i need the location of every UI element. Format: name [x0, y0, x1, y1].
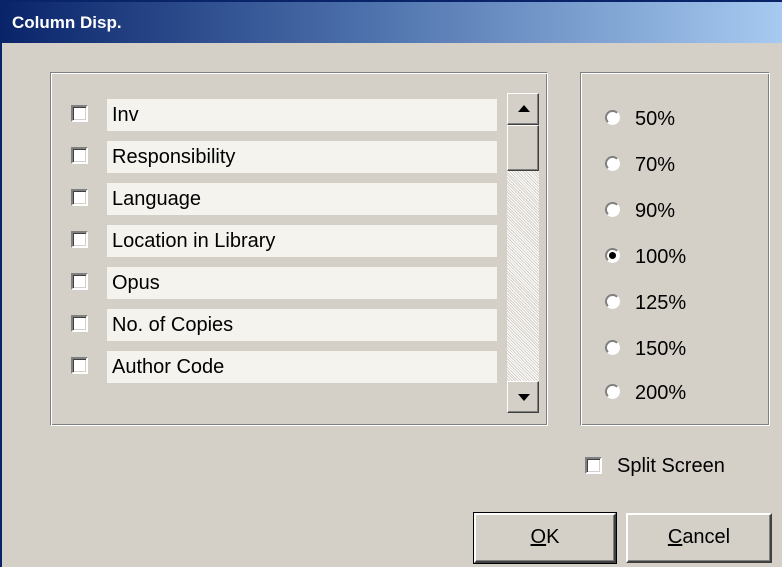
checkbox[interactable]: [71, 315, 88, 332]
zoom-label: 200%: [635, 382, 687, 404]
zoom-option-50[interactable]: 50%: [605, 105, 755, 133]
radio-dot-icon: [609, 252, 616, 259]
radio-button[interactable]: [605, 384, 620, 399]
column-row-language[interactable]: Language: [71, 183, 499, 215]
radio-button[interactable]: [605, 202, 620, 217]
cancel-button-label: Cancel: [668, 526, 730, 548]
column-label: No. of Copies: [107, 309, 497, 341]
column-label: Language: [107, 183, 497, 215]
zoom-group: 50% 70% 90% 100% 125% 150% 200%: [580, 72, 770, 426]
scroll-down-button[interactable]: [507, 381, 539, 413]
zoom-label: 150%: [635, 338, 687, 360]
zoom-option-125[interactable]: 125%: [605, 289, 755, 317]
checkbox[interactable]: [71, 189, 88, 206]
column-row-author-code[interactable]: Author Code: [71, 351, 499, 383]
column-label: Location in Library: [107, 225, 497, 257]
column-row-inv[interactable]: Inv: [71, 99, 499, 131]
zoom-label: 70%: [635, 154, 676, 176]
vertical-scrollbar[interactable]: [507, 93, 539, 413]
zoom-option-150[interactable]: 150%: [605, 335, 755, 363]
zoom-label: 90%: [635, 200, 676, 222]
column-label: Author Code: [107, 351, 497, 383]
column-display-dialog: Column Disp. Inv Responsibility Language…: [0, 0, 782, 567]
title-bar[interactable]: Column Disp.: [2, 2, 782, 43]
ok-rest: K: [546, 526, 560, 548]
column-row-copies[interactable]: No. of Copies: [71, 309, 499, 341]
column-label: Opus: [107, 267, 497, 299]
ok-button[interactable]: OK: [473, 512, 617, 564]
ok-mnemonic: O: [530, 526, 547, 548]
split-screen-option[interactable]: Split Screen: [585, 451, 775, 481]
zoom-option-70[interactable]: 70%: [605, 151, 755, 179]
radio-button[interactable]: [605, 110, 620, 125]
zoom-option-90[interactable]: 90%: [605, 197, 755, 225]
checkbox[interactable]: [71, 273, 88, 290]
column-row-location[interactable]: Location in Library: [71, 225, 499, 257]
checkbox[interactable]: [71, 231, 88, 248]
zoom-option-100[interactable]: 100%: [605, 243, 755, 271]
column-label: Inv: [107, 99, 497, 131]
zoom-label: 125%: [635, 292, 687, 314]
column-row-opus[interactable]: Opus: [71, 267, 499, 299]
radio-button[interactable]: [605, 340, 620, 355]
cancel-rest: ancel: [682, 526, 731, 548]
cancel-mnemonic: C: [667, 526, 683, 548]
arrow-up-icon: [518, 105, 530, 112]
arrow-down-icon: [518, 394, 530, 401]
column-label: Responsibility: [107, 141, 497, 173]
checkbox[interactable]: [71, 147, 88, 164]
column-row-responsibility[interactable]: Responsibility: [71, 141, 499, 173]
dialog-title: Column Disp.: [12, 13, 122, 32]
radio-button-selected[interactable]: [605, 248, 620, 263]
column-list-group: Inv Responsibility Language Location in …: [50, 72, 548, 426]
zoom-label: 100%: [635, 246, 687, 268]
ok-button-label: OK: [531, 526, 560, 548]
cancel-button[interactable]: Cancel: [626, 513, 772, 563]
zoom-option-200[interactable]: 200%: [605, 379, 755, 407]
split-screen-label: Split Screen: [617, 455, 725, 477]
radio-button[interactable]: [605, 294, 620, 309]
scroll-thumb[interactable]: [507, 125, 539, 171]
radio-button[interactable]: [605, 156, 620, 171]
checkbox[interactable]: [71, 357, 88, 374]
zoom-label: 50%: [635, 108, 676, 130]
split-screen-checkbox[interactable]: [585, 457, 602, 474]
scroll-up-button[interactable]: [507, 93, 539, 125]
checkbox[interactable]: [71, 105, 88, 122]
